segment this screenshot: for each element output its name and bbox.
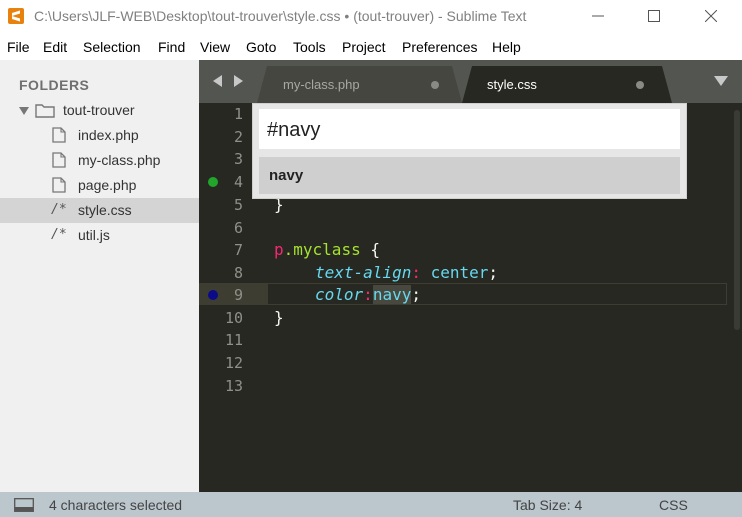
tab-size-status[interactable]: Tab Size: 4 [513,497,582,513]
goto-result-item[interactable]: navy [259,157,680,194]
line-number: 1 [233,105,243,123]
file-icon [52,152,66,168]
comment-file-icon: /* [51,227,67,242]
title-bar: C:\Users\JLF-WEB\Desktop\tout-trouver\st… [0,0,742,34]
menu-view[interactable]: View [200,39,230,55]
sidebar-item-style-css[interactable]: /* style.css [0,198,199,223]
menu-edit[interactable]: Edit [43,39,67,55]
menu-goto[interactable]: Goto [246,39,276,55]
tab-bar: my-class.php style.css [199,60,742,103]
sidebar-item-my-class-php[interactable]: my-class.php [0,148,199,173]
color-marker-green-icon [208,177,218,187]
code-token-colon: : [363,285,373,304]
comment-file-icon: /* [51,202,67,217]
minimap-scrollbar[interactable] [734,110,740,330]
sidebar-item-label: style.css [78,202,132,218]
sidebar-item-label: my-class.php [78,152,161,168]
sublime-text-logo-icon [8,8,24,24]
goto-search-input[interactable]: #navy [259,109,680,149]
syntax-status[interactable]: CSS [659,497,688,513]
code-token: } [274,308,284,327]
code-token-value: center [430,263,489,282]
status-bar: 4 characters selected Tab Size: 4 CSS [0,492,742,517]
window-title: C:\Users\JLF-WEB\Desktop\tout-trouver\st… [34,8,527,24]
code-line-9: color:navy; [315,285,421,304]
code-token-selector: p [274,240,284,259]
sidebar: FOLDERS tout-trouver index.php my-class.… [0,60,199,492]
line-number: 4 [233,173,243,191]
code-token-semicolon: ; [488,263,499,282]
tab-label: my-class.php [283,77,360,92]
code-token-property: color [315,285,364,304]
menu-selection[interactable]: Selection [83,39,141,55]
sidebar-item-label: index.php [78,127,139,143]
sidebar-item-page-php[interactable]: page.php [0,173,199,198]
line-number: 9 [233,286,243,304]
tab-style-css[interactable]: style.css [462,66,672,103]
line-number: 13 [224,377,243,395]
line-number: 8 [233,264,243,282]
file-icon [52,127,66,143]
sidebar-item-util-js[interactable]: /* util.js [0,223,199,248]
menu-project[interactable]: Project [342,39,386,55]
folder-label: tout-trouver [63,102,135,118]
color-marker-navy-icon [208,290,218,300]
line-number: 7 [233,241,243,259]
line-number: 5 [233,196,243,214]
code-token-class: .myclass [283,240,361,259]
goto-query-text: #navy [267,119,321,141]
minimize-button[interactable] [575,0,621,32]
folder-open-icon [35,104,55,118]
line-number: 11 [224,331,243,349]
panel-toggle-icon[interactable] [14,498,34,512]
menu-tools[interactable]: Tools [293,39,326,55]
tab-nav-arrows-icon[interactable] [213,75,243,87]
folder-row[interactable]: tout-trouver [0,98,199,123]
sidebar-item-label: page.php [78,177,137,193]
file-icon [52,177,66,193]
code-token-semicolon: ; [411,285,421,304]
code-token-value-selected[interactable]: navy [372,285,412,304]
menu-help[interactable]: Help [492,39,521,55]
close-button[interactable] [688,0,734,32]
line-number: 2 [233,128,243,146]
menu-bar: File Edit Selection Find View Goto Tools… [0,36,742,60]
maximize-button[interactable] [631,0,677,32]
line-number: 3 [233,150,243,168]
code-token-property: text-align [315,263,412,282]
code-line-7: p.myclass { [274,240,380,259]
code-line-8: text-align: center; [315,263,498,282]
sidebar-item-label: util.js [78,227,110,243]
folders-header: FOLDERS [19,77,90,93]
line-number: 10 [224,309,243,327]
line-number: 12 [224,354,243,372]
selection-status: 4 characters selected [49,497,183,513]
folder-expand-arrow-icon[interactable] [19,107,29,115]
menu-find[interactable]: Find [158,39,185,55]
menu-file[interactable]: File [7,39,30,55]
tab-dropdown-chevron-icon[interactable] [714,76,728,86]
unsaved-dot-icon[interactable] [431,81,439,89]
goto-result-label: navy [269,167,304,184]
tab-label: style.css [487,77,537,92]
tab-my-class-php[interactable]: my-class.php [257,66,462,103]
code-token-brace: { [360,240,380,259]
menu-preferences[interactable]: Preferences [402,39,477,55]
unsaved-dot-icon[interactable] [636,81,644,89]
code-line-10: } [274,308,284,327]
code-token-colon: : [411,263,431,282]
goto-anything-popup: #navy navy [252,103,687,199]
sidebar-item-index-php[interactable]: index.php [0,123,199,148]
line-number: 6 [233,219,243,237]
